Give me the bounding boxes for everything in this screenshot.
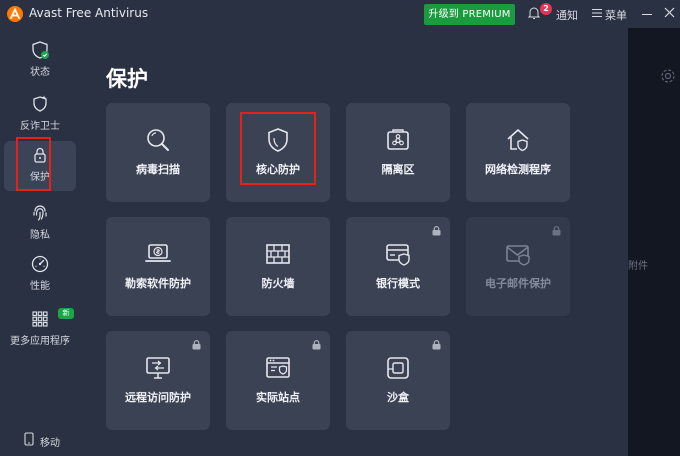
bank-card-shield-icon: [386, 244, 410, 266]
tile-email-shield[interactable]: 电子邮件保护: [466, 217, 570, 316]
remote-desktop-icon: [146, 357, 170, 379]
sidebar-item-anti-fraud[interactable]: 反诈卫士: [4, 90, 76, 140]
fingerprint-icon: [33, 205, 47, 221]
lock-icon: [432, 226, 441, 236]
right-side-panel: 附件: [628, 28, 680, 456]
lock-icon: [312, 340, 321, 350]
tile-label: 远程访问防护: [125, 391, 191, 404]
upgrade-premium-button[interactable]: 升级到 PREMIUM: [424, 4, 515, 25]
tile-label: 银行模式: [376, 277, 420, 290]
sandbox-icon: [387, 357, 409, 379]
page-title: 保护: [106, 67, 148, 91]
tile-quarantine[interactable]: 隔离区: [346, 103, 450, 202]
bell-icon[interactable]: [528, 6, 540, 20]
grid-icon: [32, 311, 48, 327]
hamburger-menu-icon[interactable]: [592, 8, 602, 18]
tile-label: 沙盒: [387, 391, 409, 404]
sidebar-item-label: 状态: [30, 67, 50, 78]
tile-label: 勒索软件防护: [125, 277, 191, 290]
tile-network-inspector[interactable]: 网络检测程序: [466, 103, 570, 202]
new-badge: 新: [58, 308, 74, 319]
close-button[interactable]: [664, 7, 675, 18]
lock-icon: [192, 340, 201, 350]
sidebar-item-label: 反诈卫士: [20, 121, 60, 132]
tile-label: 实际站点: [256, 391, 300, 404]
sidebar-item-privacy[interactable]: 隐私: [4, 199, 76, 249]
sidebar-item-label: 隐私: [30, 230, 50, 241]
envelope-shield-icon: [506, 245, 530, 266]
gear-icon[interactable]: [660, 68, 676, 84]
ransomware-laptop-icon: [145, 244, 171, 262]
avast-logo: [7, 6, 23, 22]
protection-highlight-box: [16, 137, 51, 191]
brick-wall-icon: [266, 244, 290, 264]
app-title: Avast Free Antivirus: [29, 6, 149, 20]
title-bar: Avast Free Antivirus 升级到 PREMIUM 2 通知 菜单: [0, 0, 680, 28]
biohazard-box-icon: [387, 129, 409, 150]
minimize-button[interactable]: [640, 5, 654, 23]
browser-window-icon: [266, 357, 290, 378]
lock-icon: [432, 340, 441, 350]
notifications-button[interactable]: 通知: [556, 7, 578, 23]
tile-label: 病毒扫描: [136, 163, 180, 176]
tile-label: 防火墙: [261, 277, 295, 290]
sidebar-item-label: 更多应用程序: [10, 336, 70, 347]
tile-label: 网络检测程序: [485, 163, 551, 176]
shield-check-icon: [32, 41, 49, 59]
sidebar-item-status[interactable]: 状态: [4, 36, 76, 86]
tile-sandbox[interactable]: 沙盒: [346, 331, 450, 430]
magnifier-icon: [147, 129, 169, 151]
mobile-phone-icon[interactable]: [24, 432, 34, 446]
sidebar-item-performance[interactable]: 性能: [4, 250, 76, 300]
tile-bank-mode[interactable]: 银行模式: [346, 217, 450, 316]
tile-firewall[interactable]: 防火墙: [226, 217, 330, 316]
tile-real-site[interactable]: 实际站点: [226, 331, 330, 430]
shield-star-icon: [33, 95, 47, 112]
mobile-button[interactable]: 移动: [40, 434, 60, 449]
house-shield-icon: [507, 129, 529, 152]
speedometer-icon: [31, 255, 49, 273]
notification-count-badge: 2: [540, 3, 552, 15]
tile-remote-access-shield[interactable]: 远程访问防护: [106, 331, 210, 430]
lock-icon: [552, 226, 561, 236]
tile-ransomware-shield[interactable]: 勒索软件防护: [106, 217, 210, 316]
menu-button[interactable]: 菜单: [605, 7, 627, 23]
partial-text: 附件: [628, 261, 648, 272]
tile-label: 电子邮件保护: [485, 277, 551, 290]
core-shields-highlight-box: [240, 112, 316, 185]
tile-label: 隔离区: [381, 163, 415, 176]
tile-virus-scan[interactable]: 病毒扫描: [106, 103, 210, 202]
sidebar-item-label: 性能: [30, 281, 50, 292]
